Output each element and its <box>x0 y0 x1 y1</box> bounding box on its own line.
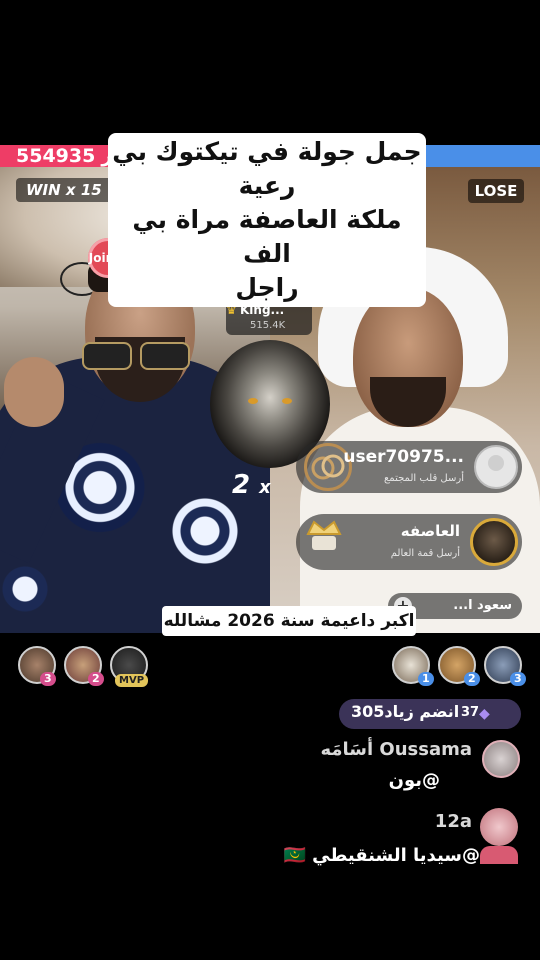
join-text: انضم زياد305 <box>351 702 460 721</box>
chat-username[interactable]: Oussama أسَامَه <box>320 739 472 760</box>
top-gifter-score: 515.4K <box>250 320 286 331</box>
lose-badge: LOSE <box>468 179 524 203</box>
wolf-right-eye <box>282 398 292 404</box>
crown-trophy-gift-icon <box>300 512 348 558</box>
win-label: WIN <box>26 181 61 199</box>
diamond-icon: ◆ <box>479 706 490 722</box>
gift-action: أرسل قمة العالم <box>390 548 460 559</box>
user-avatar[interactable] <box>474 445 518 489</box>
chat-message: @سيديا الشنقيطي 🇲🇷 <box>283 845 480 866</box>
bottom-caption: اكبر داعيمة سنة 2026 مشالله <box>162 606 416 636</box>
chat-message: @بون <box>388 770 440 791</box>
gift-sender-name: user70975... <box>343 447 464 467</box>
gift-action: أرسل قلب المجتمع <box>383 473 464 484</box>
multiplier-label: 2 x <box>232 470 271 500</box>
viewer-rank-badge: 2 <box>88 672 104 686</box>
host-left-hand <box>4 357 64 427</box>
viewer-rank-badge: 1 <box>418 672 434 686</box>
join-notification: 37 ◆ انضم زياد305 <box>339 699 521 729</box>
video-caption: جمل جولة في تيكتوك بي رعية ملكة العاصفة … <box>108 133 426 307</box>
user-avatar[interactable] <box>470 518 518 566</box>
gift-sender-name: العاصفه <box>400 522 460 540</box>
sunglasses <box>82 342 190 370</box>
wolf-left-eye <box>248 398 258 404</box>
chat-username[interactable]: 12a <box>435 811 472 832</box>
gift-banner-1[interactable]: user70975... أرسل قلب المجتمع <box>296 441 522 493</box>
multiplier-value: 2 <box>232 470 251 500</box>
multiplier-suffix: x <box>259 477 271 498</box>
chat-avatar-heart-frame <box>480 846 518 864</box>
mvp-badge: MVP <box>115 674 149 687</box>
caption-line-2: ملكة العاصفة مراة بي الف <box>132 205 402 268</box>
join-level: 37 <box>461 705 480 720</box>
caption-line-1: جمل جولة في تيكتوك بي رعية <box>112 137 422 200</box>
gift-banner-2[interactable]: العاصفه أرسل قمة العالم <box>296 514 522 570</box>
left-score: 554935 ر <box>16 145 112 167</box>
win-badge: WIN x 15 <box>16 178 112 202</box>
guest-name: سعود ا... <box>453 598 512 613</box>
chat-avatar[interactable] <box>482 740 520 778</box>
chat-avatar[interactable] <box>480 808 518 846</box>
left-score-value: 554935 <box>16 145 96 167</box>
caption-line-3: راجل <box>235 273 299 302</box>
win-multiplier: x 15 <box>65 181 102 199</box>
viewer-rank-badge: 2 <box>464 672 480 686</box>
viewer-rank-badge: 3 <box>40 672 56 686</box>
viewer-rank-badge: 3 <box>510 672 526 686</box>
